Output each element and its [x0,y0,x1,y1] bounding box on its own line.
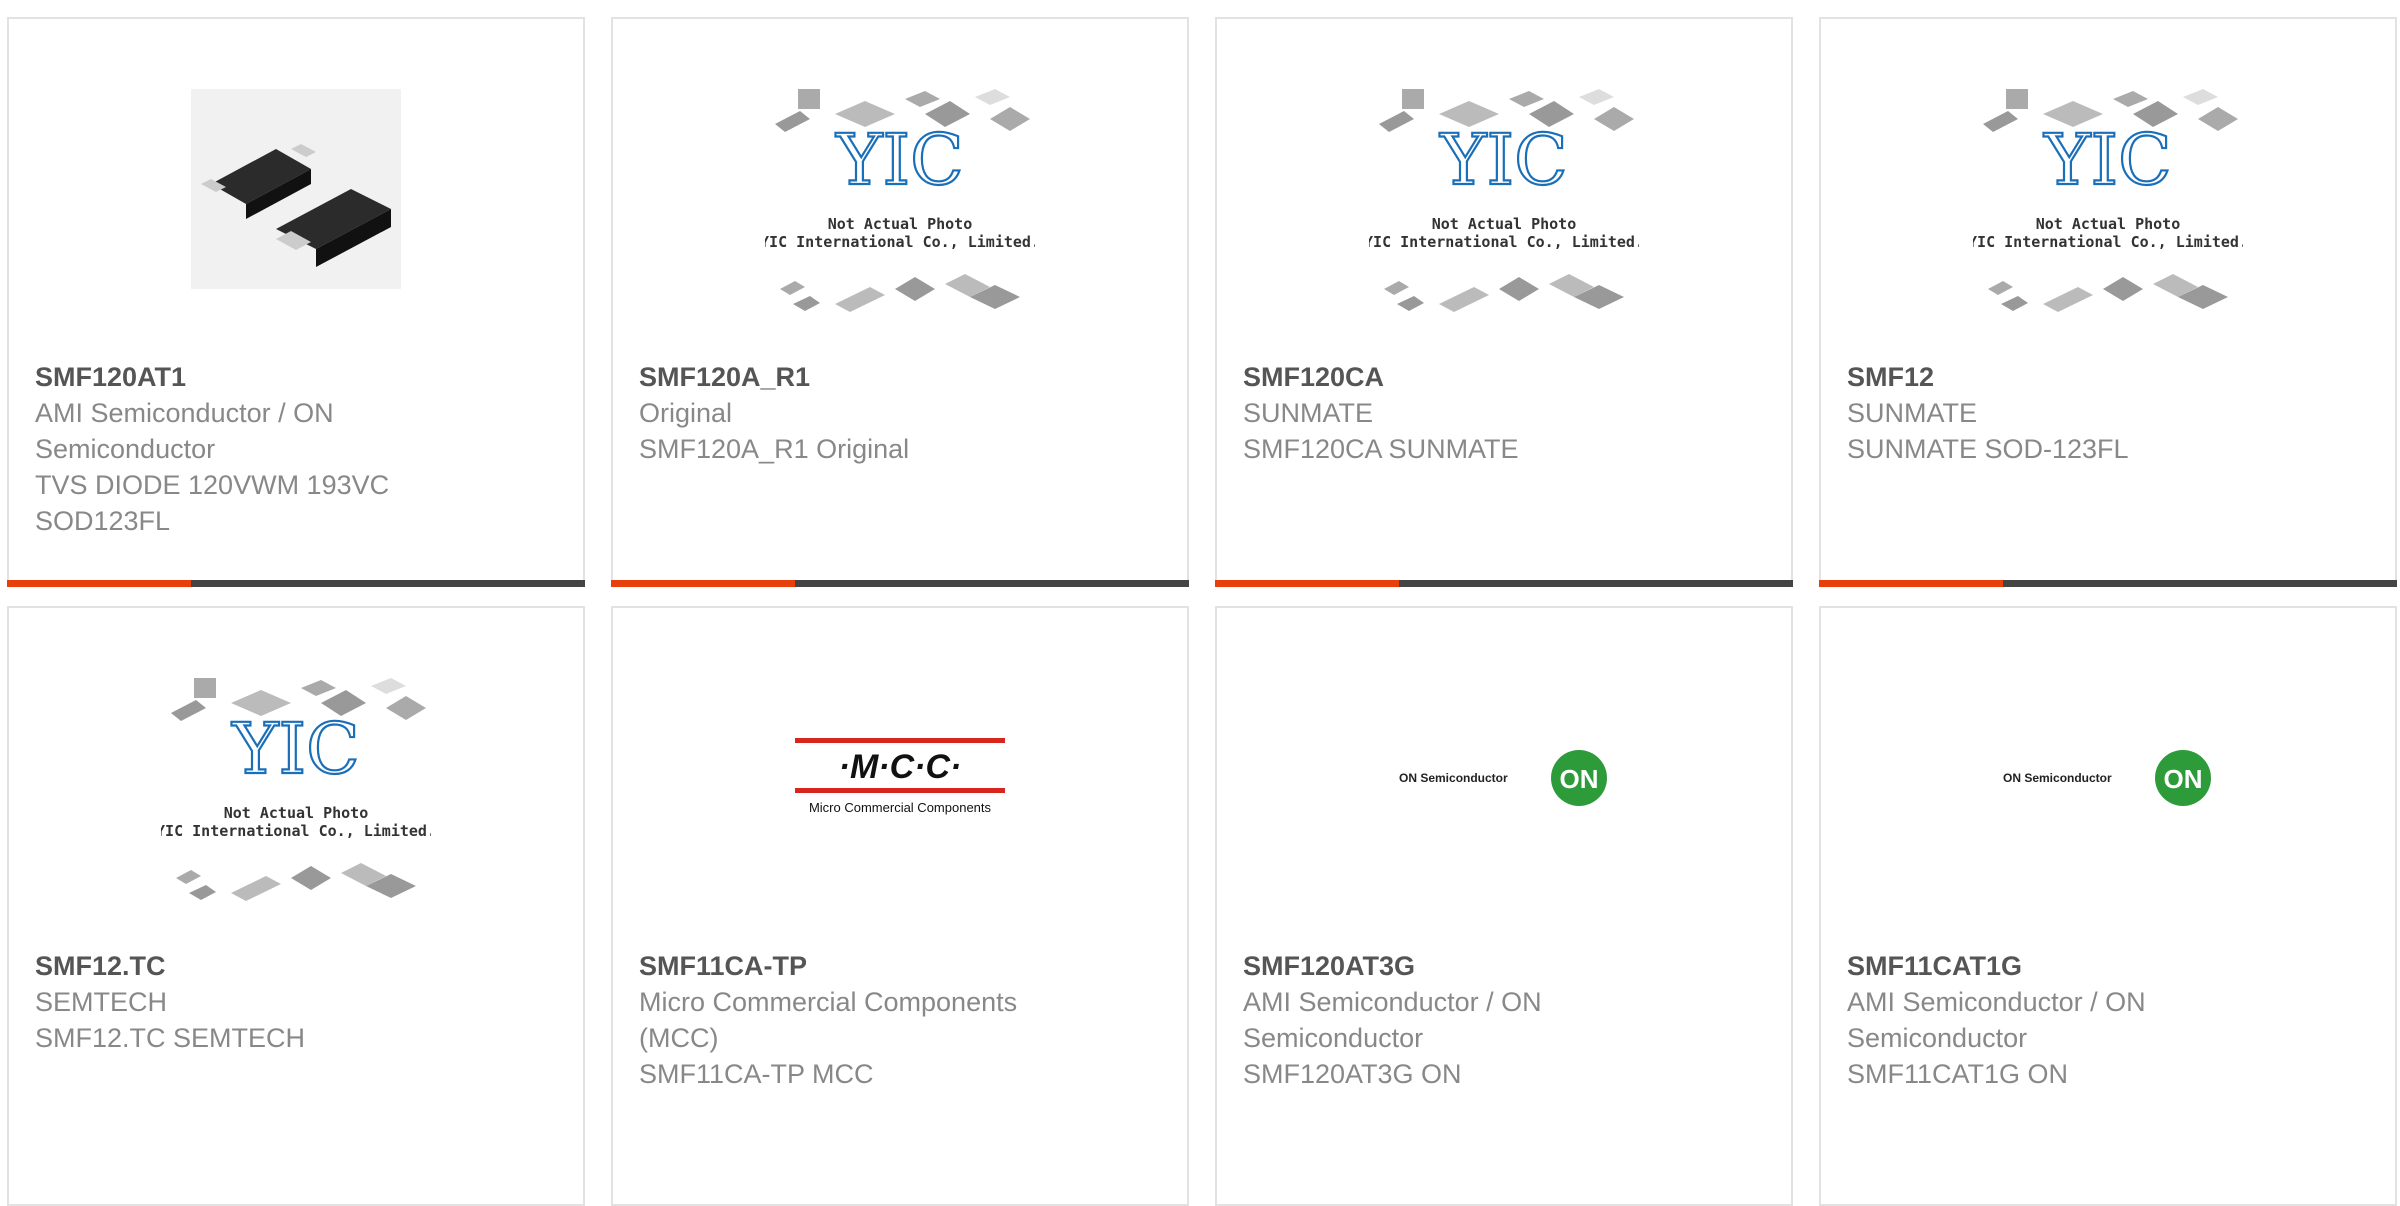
product-image[interactable]: YIC Not Actual Photo YIC International C… [1821,89,2395,369]
description: SMF12.TC SEMTECH [35,1023,306,1053]
description: SMF120CA SUNMATE [1243,434,1519,464]
part-number[interactable]: SMF120AT3G [1243,948,1771,984]
part-number[interactable]: SMF11CA-TP [639,948,1167,984]
svg-text:YIC International Co., Limited: YIC International Co., Limited. [765,233,1035,251]
card-accent-bar [611,580,1189,587]
mcc-logo-name: ·M·C·C· [839,748,962,786]
card-accent-bar [1819,580,2397,587]
description: SMF11CAT1G ON [1847,1059,2069,1089]
manufacturer: Original [639,398,733,428]
svg-text:Not Actual Photo: Not Actual Photo [828,215,973,233]
card-accent-bar [7,580,585,587]
svg-text:YIC International Co., Limited: YIC International Co., Limited. [161,822,431,840]
product-card[interactable]: YIC Not Actual Photo YIC International C… [1215,17,1793,587]
product-card[interactable]: YIC Not Actual Photo YIC International C… [1819,17,2397,587]
description: SOD123FL [35,506,171,536]
manufacturer: Micro Commercial Components [639,987,1018,1017]
product-card[interactable]: ON Semiconductor ON SMF11CAT1G AMI Semic… [1819,606,2397,1206]
yic-placeholder-icon: YIC Not Actual Photo YIC International C… [1369,89,1639,312]
yic-placeholder-icon: YIC Not Actual Photo YIC International C… [765,89,1035,312]
part-number[interactable]: SMF120CA [1243,359,1771,395]
product-image[interactable] [9,89,583,369]
product-card[interactable]: SMF120AT1 AMI Semiconductor / ON Semicon… [7,17,585,587]
part-number[interactable]: SMF120AT1 [35,359,563,395]
yic-logo: YIC [231,708,359,790]
manufacturer: AMI Semiconductor / ON [35,398,334,428]
part-number[interactable]: SMF12 [1847,359,2375,395]
svg-text:YIC International Co., Limited: YIC International Co., Limited. [1369,233,1639,251]
yic-placeholder-icon: YIC Not Actual Photo YIC International C… [161,678,431,901]
on-logo-badge: ON [1560,764,1599,794]
yic-logo: YIC [1439,119,1567,201]
svg-text:Not Actual Photo: Not Actual Photo [224,804,369,822]
description: TVS DIODE 120VWM 193VC [35,470,390,500]
manufacturer: AMI Semiconductor / ON [1847,987,2146,1017]
description: SMF120AT3G ON [1243,1059,1462,1089]
mcc-logo-icon: ·M·C·C· Micro Commercial Components [795,738,1005,815]
manufacturer: AMI Semiconductor / ON [1243,987,1542,1017]
product-card[interactable]: YIC Not Actual Photo YIC International C… [7,606,585,1206]
on-logo-name: ON Semiconductor [1399,771,1508,785]
product-card[interactable]: ON Semiconductor ON SMF120AT3G AMI Semic… [1215,606,1793,1206]
on-logo-name: ON Semiconductor [2003,771,2112,785]
manufacturer: (MCC) [639,1023,719,1053]
yic-placeholder-icon: YIC Not Actual Photo YIC International C… [1973,89,2243,312]
description: SMF11CA-TP MCC [639,1059,874,1089]
manufacturer: Semiconductor [1847,1023,2028,1053]
card-accent-bar [1215,580,1793,587]
on-semi-logo-icon: ON Semiconductor ON [1399,750,1607,806]
part-number[interactable]: SMF11CAT1G [1847,948,2375,984]
svg-text:Not Actual Photo: Not Actual Photo [1432,215,1577,233]
on-semi-logo-icon: ON Semiconductor ON [2003,750,2211,806]
description: SUNMATE SOD-123FL [1847,434,2129,464]
product-card[interactable]: ·M·C·C· Micro Commercial Components SMF1… [611,606,1189,1206]
diode-photo-icon [191,89,401,289]
mcc-logo-tagline: Micro Commercial Components [809,800,992,815]
manufacturer: Semiconductor [1243,1023,1424,1053]
manufacturer: SUNMATE [1847,398,1978,428]
svg-text:Not Actual Photo: Not Actual Photo [2036,215,2181,233]
yic-logo: YIC [835,119,963,201]
part-number[interactable]: SMF120A_R1 [639,359,1167,395]
yic-logo: YIC [2043,119,2171,201]
manufacturer: Semiconductor [35,434,216,464]
manufacturer: SUNMATE [1243,398,1374,428]
part-number[interactable]: SMF12.TC [35,948,563,984]
product-image[interactable]: YIC Not Actual Photo YIC International C… [613,89,1187,369]
product-card[interactable]: YIC Not Actual Photo YIC International C… [611,17,1189,587]
svg-text:YIC International Co., Limited: YIC International Co., Limited. [1973,233,2243,251]
on-logo-badge: ON [2164,764,2203,794]
product-image[interactable]: YIC Not Actual Photo YIC International C… [1217,89,1791,369]
product-image[interactable]: YIC Not Actual Photo YIC International C… [9,678,583,958]
description: SMF120A_R1 Original [639,434,910,464]
manufacturer: SEMTECH [35,987,168,1017]
